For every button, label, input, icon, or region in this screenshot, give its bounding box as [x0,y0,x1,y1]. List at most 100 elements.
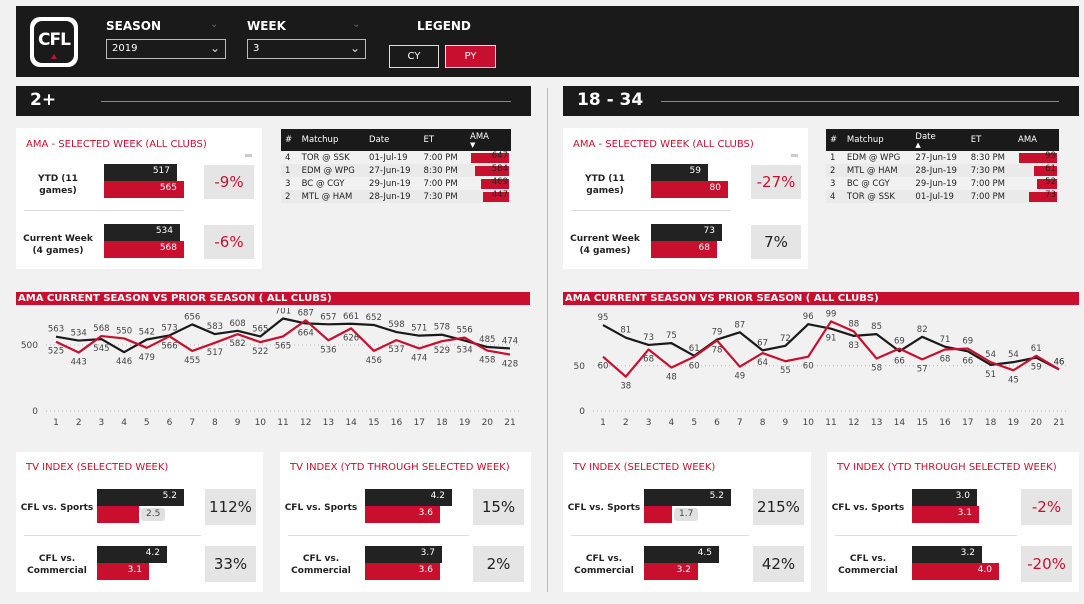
table-row[interactable]: 1 EDM @ WPG 27-Jun-19 8:30 PM 99 [826,151,1059,164]
data-label: 687 [298,308,314,318]
ama-selected-week-card: AMA - SELECTED WEEK (ALL CLUBS) YTD (11 ga… [563,128,808,269]
table-row[interactable]: 2 MTL @ HAM 28-Jun-19 7:30 PM 447 [281,190,511,203]
tv-row-label: CFL vs. Sports [280,502,362,514]
scroll-indicator[interactable] [245,154,252,157]
data-label: 68 [643,354,654,364]
table-header-col-matchup[interactable]: Matchup [842,129,912,151]
cell-date: 29-Jun-19 [915,178,957,189]
data-label: 69 [962,337,973,347]
season-collapse-chevron-icon[interactable]: ⌄ [210,19,218,30]
chevron-down-icon: ⌄ [349,41,360,55]
data-label: 66 [894,356,905,366]
table-row[interactable]: 2 MTL @ HAM 28-Jun-19 7:30 PM 61 [826,164,1059,177]
tv-py-value: 1.7 [674,508,699,521]
data-label: 38 [620,382,631,392]
tv-change-pct: 2% [473,546,524,582]
x-tick-label: 21 [1053,418,1064,428]
table-header-col-date[interactable]: Date [365,129,420,151]
week-label: WEEK [247,19,286,33]
data-label: 701 [275,308,291,317]
table-header-label: ET [423,135,435,145]
data-label: 545 [93,344,109,354]
table-header-col-et[interactable]: ET [419,129,466,151]
ama-row-label-line2: (4 games) [579,246,631,256]
data-label: 75 [666,331,677,341]
data-label: 656 [184,312,200,322]
chevron-down-icon: ⌄ [209,41,220,55]
x-tick-label: 5 [144,418,150,428]
cell-ama: 584 [466,164,511,177]
data-label: 60 [598,362,609,372]
table-header-col-ama[interactable]: AMA ▼ [466,129,511,151]
cell-n: 2 [281,190,298,203]
x-tick-label: 3 [646,418,652,428]
table-header-col-number[interactable]: # [281,129,298,151]
cell-matchup: TOR @ SSK [842,190,912,203]
tv-row-label-line2: Commercial [291,566,351,576]
table-row[interactable]: 4 TOR @ SSK 01-Jul-19 7:00 PM 647 [281,151,511,164]
tv-row-label: CFL vs. Sports [16,502,98,514]
tv-change-pct: 42% [753,546,804,582]
ama-row-label: YTD (11 games) [18,173,98,197]
cell-ama: 99 [1014,151,1059,164]
season-select[interactable]: 2019 ⌄ [106,39,226,59]
table-header-col-number[interactable]: # [826,129,843,151]
table-header-col-ama[interactable]: AMA [1014,129,1059,151]
legend-cy-button[interactable]: CY [389,45,439,68]
scroll-indicator[interactable] [791,154,798,157]
data-label: 46 [1054,357,1065,367]
tv-row-label-line2: Commercial [838,566,898,576]
ama-py-value: 565 [159,183,177,193]
x-tick-label: 11 [825,418,836,428]
tv-py-value: 2.5 [141,508,166,521]
table-header-col-matchup[interactable]: Matchup [297,129,366,151]
x-tick-label: 11 [277,418,288,428]
data-label: 550 [116,326,132,336]
data-label: 474 [411,353,427,363]
table-header-col-et[interactable]: ET [966,129,1014,151]
tv-index-title: TV INDEX (YTD THROUGH SELECTED WEEK) [837,462,1057,473]
ama-cy-value: 59 [689,166,701,176]
x-tick-label: 17 [962,418,973,428]
data-label: 78 [712,345,723,355]
table-row[interactable]: 3 BC @ CGY 29-Jun-19 7:00 PM 52 [826,177,1059,190]
data-label: 87 [734,320,745,330]
x-tick-label: 8 [760,418,766,428]
row-separator [571,535,749,536]
table-row[interactable]: 4 TOR @ SSK 01-Jul-19 7:00 PM 73 [826,190,1059,203]
tv-row-label-line1: CFL vs. Sports [831,503,905,513]
tv-row-label-line1: CFL vs. [302,554,340,564]
data-label: 60 [803,362,814,372]
cell-n: 3 [830,178,836,189]
week-select[interactable]: 3 ⌄ [247,39,366,59]
legend-py-button[interactable]: PY [445,45,496,68]
tv-row-label: CFL vs. Commercial [563,553,645,577]
x-tick-label: 14 [894,418,906,428]
tv-cy-value: 4.5 [697,548,712,558]
ama-value: 469 [491,177,508,187]
table-row[interactable]: 3 BC @ CGY 29-Jun-19 7:00 PM 469 [281,177,511,190]
data-label: 443 [71,358,87,368]
cell-et: 8:30 PM [419,164,466,177]
data-label: 608 [229,319,245,329]
x-tick-label: 18 [985,418,997,428]
x-tick-label: 1 [600,418,606,428]
ama-row-label: YTD (11 games) [565,173,645,197]
data-label: 428 [502,360,518,370]
table-header-label: Matchup [301,135,339,145]
table-header-col-date[interactable]: Date ▲ [911,129,967,151]
week-select-value: 3 [253,43,260,54]
data-label: 81 [620,326,631,336]
data-label: 525 [48,347,64,357]
x-tick-label: 2 [76,418,82,428]
tv-change-pct: -20% [1021,546,1072,582]
cfl-logo: CFL [30,17,78,67]
table-header-row: # Matchup Date ▲ ET AMA [826,129,1059,151]
tv-cy-value: 4.2 [145,548,160,558]
table-row[interactable]: 1 EDM @ WPG 27-Jun-19 8:30 PM 584 [281,164,511,177]
cell-n: 4 [285,152,291,163]
data-label: 51 [985,370,996,380]
section-divider [547,88,548,592]
data-label: 565 [275,341,291,351]
week-collapse-chevron-icon[interactable]: ⌄ [352,19,360,30]
